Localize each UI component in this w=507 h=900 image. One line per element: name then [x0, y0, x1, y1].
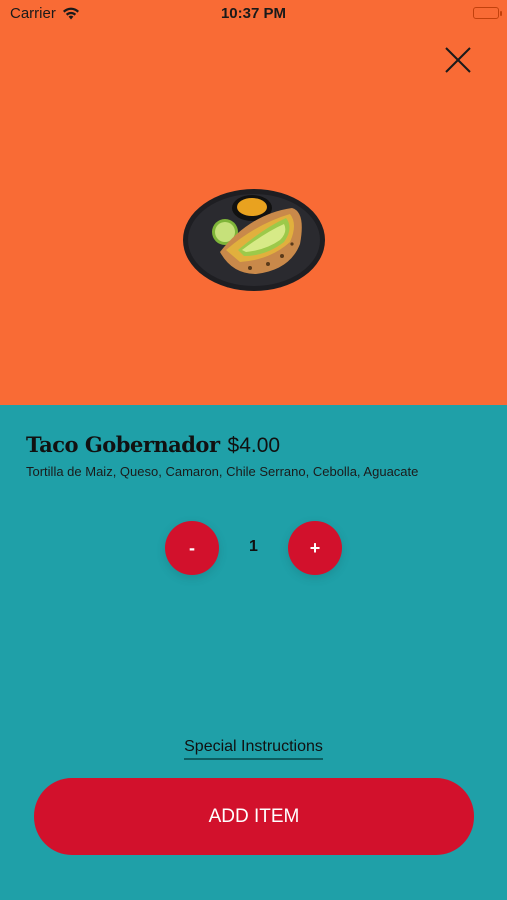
- special-instructions-link[interactable]: Special Instructions: [184, 738, 323, 760]
- add-item-button[interactable]: ADD ITEM: [34, 778, 474, 855]
- item-price: $4.00: [227, 434, 281, 457]
- battery-icon: [473, 7, 502, 19]
- item-name: Taco Gobernador: [26, 432, 220, 457]
- item-description: Tortilla de Maiz, Queso, Camaron, Chile …: [26, 464, 419, 479]
- item-title-row: Taco Gobernador $4.00: [26, 432, 487, 458]
- item-detail-screen: Carrier 10:37 PM Taco Gobernador $4.00 T…: [0, 0, 507, 900]
- item-details: Taco Gobernador $4.00 Tortilla de Maiz, …: [26, 432, 487, 479]
- increase-quantity-button[interactable]: +: [288, 521, 342, 575]
- dish-photo: [183, 189, 325, 291]
- status-bar: Carrier 10:37 PM: [0, 0, 507, 28]
- close-button[interactable]: [441, 43, 475, 77]
- special-instructions-row: Special Instructions: [0, 738, 507, 760]
- quantity-value: 1: [249, 538, 258, 555]
- status-time: 10:37 PM: [220, 5, 287, 22]
- close-icon: [445, 47, 471, 73]
- quantity-stepper: - 1 +: [0, 521, 507, 575]
- item-image-header: Carrier 10:37 PM: [0, 0, 507, 405]
